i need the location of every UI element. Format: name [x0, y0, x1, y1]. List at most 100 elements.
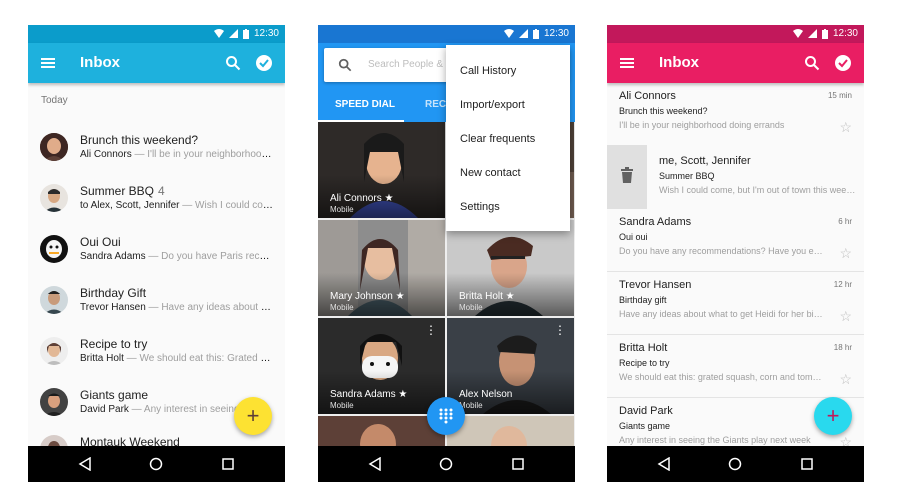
compose-fab[interactable]: + [814, 397, 852, 435]
recents-icon[interactable] [511, 457, 525, 471]
contact-tile[interactable]: Mary Johnson ★ Mobile [318, 220, 445, 316]
item-subject: Birthday Gift [80, 286, 147, 300]
menu-item-import-export[interactable]: Import/export [460, 99, 525, 111]
search-icon [338, 58, 352, 72]
wifi-icon [792, 29, 803, 38]
app-title: Inbox [80, 54, 120, 71]
item-from: Trevor Hansen [80, 302, 146, 313]
item-subject: Brunch this weekend? [80, 133, 199, 147]
avatar [40, 337, 68, 365]
item-snippet: Have any ideas about what to get Heidi f… [619, 309, 824, 319]
home-icon[interactable] [439, 457, 453, 471]
battery-icon [532, 28, 539, 39]
search-icon[interactable] [225, 55, 241, 71]
avatar [40, 388, 68, 416]
list-item[interactable]: Summer BBQ 4 to Alex, Scott, Jennifer — W… [28, 176, 285, 227]
app-bar: Inbox [28, 43, 285, 83]
item-snippet: — Wish I could come [179, 200, 275, 211]
item-time: 15 min [827, 91, 852, 100]
swiped-list-item[interactable]: me, Scott, Jennifer Summer BBQ Wish I co… [607, 145, 864, 209]
star-icon[interactable]: ☆ [839, 309, 852, 323]
item-subject: Brunch this weekend? [619, 106, 708, 116]
contact-tile[interactable]: ⋮ Sandra Adams ★ Mobile [318, 318, 445, 414]
item-snippet: Wish I could come, but I'm out of town t… [659, 185, 859, 195]
back-icon[interactable] [368, 457, 382, 471]
contact-type: Mobile [459, 303, 483, 312]
item-time: 6 hr [838, 217, 852, 226]
section-header-today: Today [41, 95, 68, 106]
home-icon[interactable] [149, 457, 163, 471]
back-icon[interactable] [78, 457, 92, 471]
list-item[interactable]: Trevor Hansen Birthday gift Have any ide… [607, 272, 864, 335]
list-item[interactable]: Ali Connors Brunch this weekend? I'll be… [607, 83, 864, 146]
menu-item-new-contact[interactable]: New contact [460, 167, 521, 179]
list-item[interactable]: Recipe to try Britta Holt — We should ea… [28, 329, 285, 380]
check-circle-icon[interactable] [255, 54, 273, 72]
overflow-menu: Call History Import/export Clear frequen… [446, 45, 570, 231]
contact-name: Alex Nelson [459, 389, 513, 400]
menu-icon[interactable] [619, 55, 635, 71]
recents-icon[interactable] [221, 457, 235, 471]
more-vert-icon[interactable]: ⋮ [554, 324, 566, 336]
thread-count: 4 [158, 184, 165, 198]
item-from: to Alex, Scott, Jennifer [80, 200, 180, 211]
contact-type: Mobile [330, 205, 354, 214]
search-icon[interactable] [804, 55, 820, 71]
status-time: 12:30 [832, 28, 858, 39]
recents-icon[interactable] [800, 457, 814, 471]
menu-item-call-history[interactable]: Call History [460, 65, 516, 77]
menu-item-settings[interactable]: Settings [460, 201, 500, 213]
item-from: Britta Holt [619, 342, 668, 354]
phone-contacts: 12:30 Search People & places SPEED DIAL … [318, 25, 575, 482]
dialpad-fab[interactable] [427, 397, 465, 435]
item-subject: Oui Oui [80, 235, 121, 249]
item-snippet: — Any interest in seeing [128, 404, 240, 415]
item-from: Trevor Hansen [619, 279, 692, 291]
list-item[interactable]: Britta Holt Recipe to try We should eat … [607, 335, 864, 398]
app-title: Inbox [659, 54, 699, 71]
item-from: Sandra Adams [619, 216, 692, 228]
more-vert-icon[interactable]: ⋮ [425, 324, 437, 336]
menu-icon[interactable] [40, 55, 56, 71]
back-icon[interactable] [657, 457, 671, 471]
star-icon[interactable]: ☆ [839, 120, 852, 134]
status-bar: 12:30 [318, 25, 575, 43]
avatar [40, 184, 68, 212]
signal-icon [518, 29, 528, 38]
list-item[interactable]: Oui Oui Sandra Adams — Do you have Paris… [28, 227, 285, 278]
plus-icon: + [826, 403, 840, 428]
contact-name: Ali Connors ★ [330, 193, 394, 204]
signal-icon [807, 29, 817, 38]
item-snippet: — Do you have Paris recommendations [148, 251, 275, 262]
contact-tile[interactable]: Britta Holt ★ Mobile [447, 220, 574, 316]
star-icon[interactable]: ☆ [839, 246, 852, 260]
item-subject: Summer BBQ 4 [80, 184, 165, 198]
item-snippet: Any interest in seeing the Giants play n… [619, 435, 811, 445]
item-subject: Recipe to try [80, 337, 148, 351]
contact-name: Britta Holt ★ [459, 291, 515, 302]
item-subject: Giants game [80, 388, 149, 402]
item-from: me, Scott, Jennifer [659, 155, 751, 167]
item-subject: Oui oui [619, 232, 648, 242]
item-from: David Park [619, 405, 673, 417]
menu-item-clear-frequents[interactable]: Clear frequents [460, 133, 535, 145]
avatar [40, 235, 68, 263]
item-snippet: I'll be in your neighborhood doing erran… [619, 120, 785, 130]
nav-bar [607, 446, 864, 482]
star-icon[interactable]: ☆ [839, 372, 852, 386]
tab-indicator [318, 120, 404, 122]
contact-tile[interactable]: ⋮ Alex Nelson Mobile [447, 318, 574, 414]
contact-tile[interactable]: Ali Connors ★ Mobile [318, 122, 445, 218]
item-subject: Summer BBQ [659, 171, 715, 181]
item-snippet: We should eat this: grated squash, corn … [619, 372, 824, 382]
tab-speed-dial[interactable]: SPEED DIAL [335, 99, 395, 110]
compose-fab[interactable]: + [234, 397, 272, 435]
battery-icon [821, 28, 828, 39]
list-item[interactable]: Sandra Adams Oui oui Do you have any rec… [607, 209, 864, 272]
list-item[interactable]: Brunch this weekend? Ali Connors — I'll … [28, 125, 285, 176]
check-circle-icon[interactable] [834, 54, 852, 72]
home-icon[interactable] [728, 457, 742, 471]
delete-icon[interactable] [620, 167, 634, 183]
wifi-icon [213, 29, 224, 38]
list-item[interactable]: Birthday Gift Trevor Hansen — Have any i… [28, 278, 285, 329]
